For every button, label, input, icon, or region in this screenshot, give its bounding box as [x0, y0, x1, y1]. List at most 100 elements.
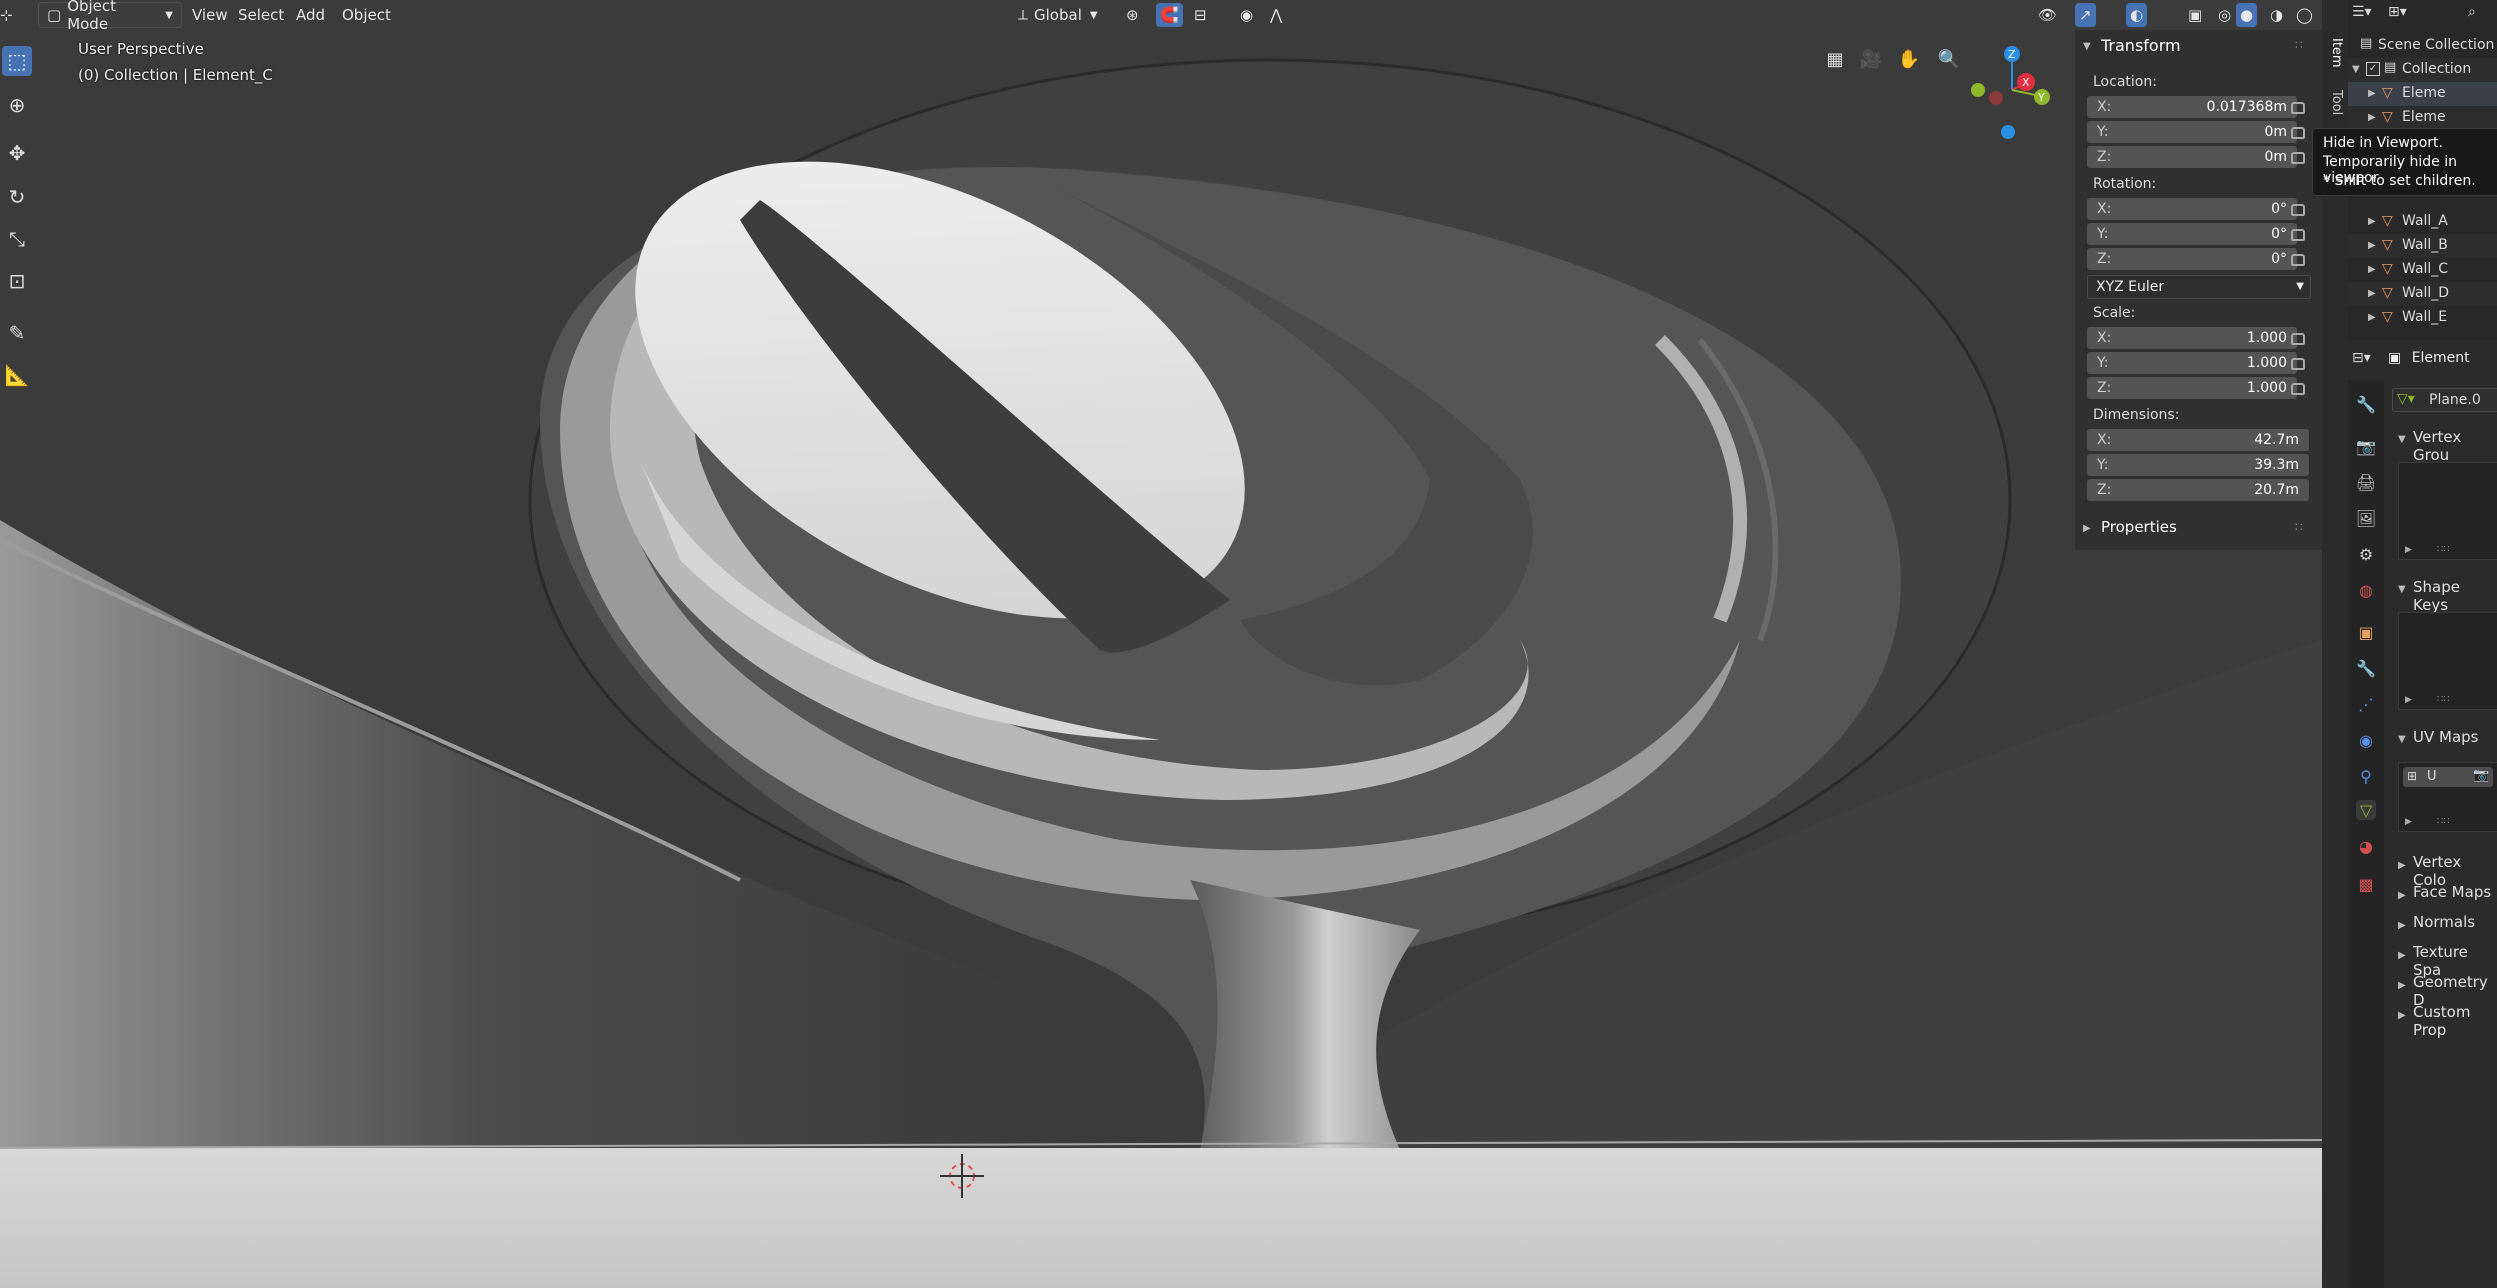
expand-triangle-icon[interactable]: ▶ — [2405, 695, 2412, 705]
uv-map-item[interactable]: ⊞ U 📷 — [2403, 767, 2493, 787]
scene-icon[interactable]: ⚙ — [2356, 544, 2376, 564]
lock-icon[interactable] — [2291, 358, 2305, 370]
menu-view[interactable]: View — [184, 3, 236, 27]
transform-tool-icon[interactable]: ⊡ — [2, 266, 32, 296]
pivot-icon[interactable]: ⊛ — [1118, 3, 1147, 27]
tab-item[interactable]: Item — [2326, 38, 2344, 68]
wireframe-shading-icon[interactable]: ◎ — [2210, 3, 2239, 27]
expand-triangle-icon[interactable]: ▶ — [2398, 1010, 2408, 1021]
expand-triangle-icon[interactable]: ▶ — [2398, 950, 2408, 961]
measure-tool-icon[interactable]: 📐 — [2, 360, 32, 390]
scale-z-field[interactable]: Z: 1.000 — [2087, 377, 2297, 399]
view-layer-icon[interactable]: 🖼 — [2356, 508, 2376, 528]
menu-object[interactable]: Object — [334, 3, 399, 27]
tab-tool[interactable]: Tool — [2326, 90, 2344, 115]
shape-keys-header[interactable]: Shape Keys — [2413, 578, 2497, 614]
menu-add[interactable]: Add — [288, 3, 333, 27]
particles-icon[interactable]: ⋰ — [2356, 694, 2376, 714]
shape-keys-list[interactable]: ▶ ∷∷ — [2398, 612, 2497, 710]
scale-tool-icon[interactable]: ⤡ — [2, 224, 32, 254]
scale-x-field[interactable]: X: 1.000 — [2087, 327, 2297, 349]
rotation-x-field[interactable]: X: 0° — [2087, 198, 2297, 220]
search-icon[interactable]: ⌕ — [2468, 4, 2492, 26]
navigation-gizmo[interactable]: Z X Y — [1960, 40, 2070, 150]
snap-toggle-icon[interactable]: 🧲 — [1156, 3, 1183, 27]
lock-icon[interactable] — [2291, 102, 2305, 114]
tool-settings-icon[interactable]: 🔧 — [2356, 394, 2376, 414]
vertex-groups-header[interactable]: Vertex Grou — [2413, 428, 2497, 464]
output-icon[interactable]: 🖨 — [2356, 472, 2376, 492]
resize-handle-icon[interactable]: ∷∷ — [2437, 544, 2450, 555]
transform-orientation-dropdown[interactable]: ⟂ Global ▼ — [1010, 3, 1126, 27]
proportional-edit-icon[interactable]: ◉ — [1232, 3, 1261, 27]
expand-triangle-icon[interactable]: ▶ — [2398, 860, 2408, 871]
resize-handle-icon[interactable]: ∷∷ — [2437, 694, 2450, 705]
collapse-triangle-icon[interactable]: ▼ — [2398, 434, 2408, 445]
uv-maps-list[interactable]: ⊞ U 📷 ▶ ∷∷ — [2398, 762, 2497, 832]
gizmo-neg-y-icon[interactable] — [1971, 83, 1985, 97]
solid-shading-icon[interactable]: ● — [2236, 3, 2258, 27]
outliner-scene-collection[interactable]: ▤ Scene Collection — [2348, 34, 2497, 58]
outliner-item[interactable]: ▶ ▽ Wall_A — [2348, 210, 2497, 234]
expand-triangle-icon[interactable]: ▶ — [2368, 216, 2378, 227]
cursor-tool-icon[interactable]: ⊕ — [2, 90, 32, 120]
dimensions-z-field[interactable]: Z: 20.7m — [2087, 479, 2309, 501]
mode-dropdown[interactable]: ▢ Object Mode ▼ — [38, 0, 182, 33]
lock-icon[interactable] — [2291, 229, 2305, 241]
mesh-data-tab-icon[interactable]: ▽ — [2356, 800, 2376, 820]
rotate-tool-icon[interactable]: ↻ — [2, 182, 32, 212]
editor-type-icon[interactable]: ☰▾ — [2352, 4, 2380, 26]
annotate-tool-icon[interactable]: ✎ — [2, 318, 32, 348]
uv-maps-header[interactable]: UV Maps — [2413, 728, 2478, 746]
expand-triangle-icon[interactable]: ▼ — [2352, 64, 2362, 75]
toggle-grid-icon[interactable]: ▦ — [1820, 44, 1850, 74]
lock-icon[interactable] — [2291, 204, 2305, 216]
expand-triangle-icon[interactable]: ▶ — [2398, 980, 2408, 991]
lock-icon[interactable] — [2291, 383, 2305, 395]
world-icon[interactable]: ◍ — [2356, 580, 2376, 600]
location-x-field[interactable]: X: 0.017368m — [2087, 96, 2297, 118]
drag-handle-icon[interactable]: ∷ — [2295, 520, 2303, 534]
physics-icon[interactable]: ◉ — [2356, 730, 2376, 750]
select-box-tool-icon[interactable]: ⬚ — [2, 46, 32, 76]
snap-target-icon[interactable]: ⊟ — [1186, 3, 1215, 27]
expand-triangle-icon[interactable]: ▶ — [2368, 264, 2378, 275]
custom-properties-header[interactable]: Custom Prop — [2413, 1003, 2497, 1039]
object-properties-icon[interactable]: ▣ — [2356, 622, 2376, 642]
normals-header[interactable]: Normals — [2413, 913, 2475, 931]
camera-view-icon[interactable]: 🎥 — [1856, 44, 1886, 74]
expand-triangle-icon[interactable]: ▶ — [2405, 545, 2412, 555]
camera-icon[interactable]: 📷 — [2473, 768, 2489, 783]
lock-icon[interactable] — [2291, 333, 2305, 345]
expand-triangle-icon[interactable]: ▶ — [2083, 523, 2093, 534]
editor-type-icon[interactable]: ⊟▾ — [2352, 350, 2382, 372]
location-z-field[interactable]: Z: 0m — [2087, 146, 2297, 168]
expand-triangle-icon[interactable]: ▶ — [2368, 112, 2378, 123]
lock-icon[interactable] — [2291, 254, 2305, 266]
expand-triangle-icon[interactable]: ▶ — [2398, 920, 2408, 931]
outliner-item[interactable]: ▶ ▽ Eleme — [2348, 82, 2497, 106]
outliner-item[interactable]: ▶ ▽ Wall_C — [2348, 258, 2497, 282]
3d-viewport[interactable]: ⊹ ▢ Object Mode ▼ View Select Add Object… — [0, 0, 2322, 1288]
editor-type-icon[interactable]: ⊹ — [0, 3, 14, 27]
outliner-item[interactable]: ▶ ▽ Wall_D — [2348, 282, 2497, 306]
expand-triangle-icon[interactable]: ▶ — [2368, 240, 2378, 251]
pan-view-icon[interactable]: ✋ — [1894, 44, 1924, 74]
drag-handle-icon[interactable]: ∷ — [2295, 38, 2303, 52]
outliner-item[interactable]: ▶ ▽ Wall_E — [2348, 306, 2497, 330]
dimensions-y-field[interactable]: Y: 39.3m — [2087, 454, 2309, 476]
rotation-mode-dropdown[interactable]: XYZ Euler ▼ — [2087, 275, 2311, 299]
expand-triangle-icon[interactable]: ▶ — [2368, 288, 2378, 299]
collapse-triangle-icon[interactable]: ▼ — [2083, 41, 2093, 52]
checkbox-icon[interactable]: ✓ — [2366, 62, 2380, 76]
move-tool-icon[interactable]: ✥ — [2, 138, 32, 168]
expand-triangle-icon[interactable]: ▶ — [2398, 890, 2408, 901]
resize-handle-icon[interactable]: ∷∷ — [2437, 816, 2450, 827]
properties-panel-title[interactable]: Properties — [2101, 518, 2177, 536]
material-shading-icon[interactable]: ◑ — [2262, 3, 2291, 27]
gizmo-toggle-icon[interactable]: ↗ — [2075, 3, 2096, 27]
collapse-triangle-icon[interactable]: ▼ — [2398, 584, 2408, 595]
rotation-z-field[interactable]: Z: 0° — [2087, 248, 2297, 270]
lock-icon[interactable] — [2291, 127, 2305, 139]
viewport-scene[interactable] — [0, 0, 2322, 1288]
